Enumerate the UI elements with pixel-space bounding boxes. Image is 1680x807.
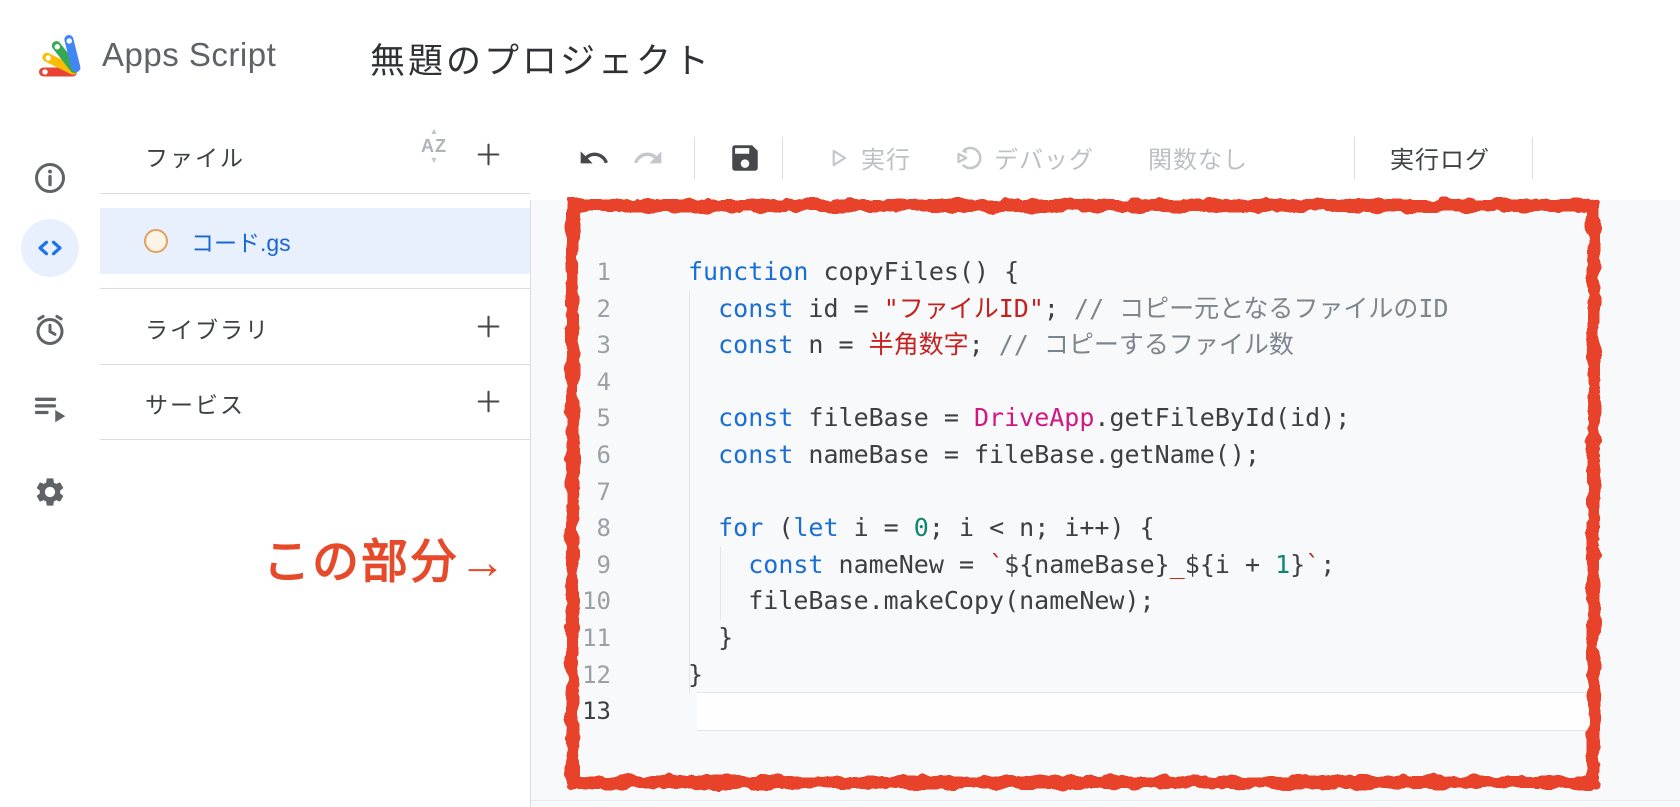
editor-bottom-divider — [531, 800, 1680, 801]
toolbar-divider — [694, 137, 695, 179]
line-number-8: 8 — [545, 510, 611, 547]
add-file-button[interactable] — [468, 134, 508, 174]
apps-script-logo-icon[interactable] — [33, 32, 85, 80]
function-select[interactable]: 関数なし — [1148, 115, 1248, 200]
code-editor-area[interactable]: 12345678910111213 function copyFiles() {… — [531, 200, 1680, 807]
editor-toolbar: 実行 デバッグ 関数なし 実行ログ — [530, 115, 1680, 201]
executions-list-icon[interactable] — [21, 379, 79, 437]
editor-code-icon[interactable] — [21, 219, 79, 277]
toolbar-divider — [1532, 137, 1533, 179]
line-number-1: 1 — [545, 254, 611, 291]
code-line-8[interactable]: for (let i = 0; i < n; i++) { — [688, 510, 1449, 547]
code-line-11[interactable]: } — [688, 620, 1449, 657]
line-number-9: 9 — [545, 547, 611, 584]
debug-icon — [954, 143, 984, 173]
line-number-4: 4 — [545, 364, 611, 401]
line-number-3: 3 — [545, 327, 611, 364]
line-number-2: 2 — [545, 291, 611, 328]
undo-button[interactable] — [578, 115, 610, 200]
toolbar-divider — [782, 137, 783, 179]
line-number-11: 11 — [545, 620, 611, 657]
redo-icon — [632, 142, 664, 174]
line-number-5: 5 — [545, 400, 611, 437]
line-number-13: 13 — [545, 693, 611, 730]
code-line-9[interactable]: const nameNew = `${nameBase}_${i + 1}`; — [688, 547, 1449, 584]
libraries-label: ライブラリ — [145, 311, 270, 345]
apps-script-window: Apps Script 無題のプロジェクト ファイル ▲ AZ ▼ — [0, 0, 1680, 807]
overview-info-icon[interactable] — [21, 149, 79, 207]
services-section: サービス — [100, 364, 530, 440]
code-line-6[interactable]: const nameBase = fileBase.getName(); — [688, 437, 1449, 474]
code-line-3[interactable]: const n = 半角数字; // コピーするファイル数 — [688, 327, 1449, 364]
app-header: Apps Script 無題のプロジェクト — [0, 0, 1680, 116]
code-line-4[interactable] — [688, 364, 1449, 401]
triggers-clock-icon[interactable] — [21, 301, 79, 359]
redo-button[interactable] — [632, 115, 664, 200]
files-header-label: ファイル — [145, 139, 245, 173]
red-annotation-text: この部分→ — [263, 523, 508, 592]
left-rail — [0, 115, 101, 807]
files-sidebar: ファイル ▲ AZ ▼ コード.gs ライブラリ サービス — [100, 115, 531, 807]
save-icon — [728, 141, 762, 175]
app-name: Apps Script — [102, 36, 276, 74]
file-item-label: コード.gs — [191, 224, 291, 258]
settings-gear-icon[interactable] — [21, 463, 79, 521]
undo-icon — [578, 142, 610, 174]
add-library-button[interactable] — [468, 306, 508, 346]
code-line-13[interactable] — [688, 693, 1449, 730]
code-line-1[interactable]: function copyFiles() { — [688, 254, 1449, 291]
toolbar-divider — [1354, 137, 1355, 179]
code-line-2[interactable]: const id = "ファイルID"; // コピー元となるファイルのID — [688, 291, 1449, 328]
code-line-7[interactable] — [688, 474, 1449, 511]
debug-button[interactable]: デバッグ — [954, 115, 1094, 200]
line-number-gutter: 12345678910111213 — [545, 254, 611, 730]
services-label: サービス — [145, 386, 245, 420]
project-title[interactable]: 無題のプロジェクト — [370, 33, 712, 84]
code-line-10[interactable]: fileBase.makeCopy(nameNew); — [688, 583, 1449, 620]
add-service-button[interactable] — [468, 381, 508, 421]
code-content[interactable]: function copyFiles() { const id = "ファイルI… — [688, 254, 1449, 730]
save-button[interactable] — [728, 115, 762, 200]
libraries-section: ライブラリ — [100, 288, 530, 365]
line-number-10: 10 — [545, 583, 611, 620]
files-header-row: ファイル ▲ AZ ▼ — [100, 115, 530, 194]
debug-label: デバッグ — [994, 140, 1094, 175]
file-item-code-gs[interactable]: コード.gs — [100, 208, 530, 274]
line-number-6: 6 — [545, 437, 611, 474]
file-status-dot-icon — [144, 229, 168, 253]
execution-log-button[interactable]: 実行ログ — [1390, 115, 1490, 200]
sort-az-icon[interactable]: ▲ AZ ▼ — [412, 127, 456, 181]
code-line-12[interactable]: } — [688, 657, 1449, 694]
run-play-icon — [825, 145, 851, 171]
run-label: 実行 — [861, 140, 911, 175]
line-number-7: 7 — [545, 474, 611, 511]
run-button[interactable]: 実行 — [825, 115, 911, 200]
code-line-5[interactable]: const fileBase = DriveApp.getFileById(id… — [688, 400, 1449, 437]
line-number-12: 12 — [545, 657, 611, 694]
